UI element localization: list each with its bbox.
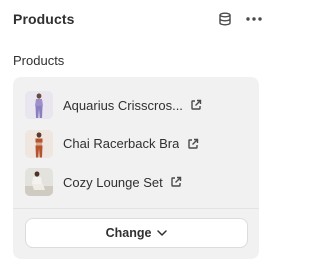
external-link-icon[interactable] [186, 137, 199, 150]
products-card: Aquarius Crisscros... Chai Racerback Bra [13, 77, 259, 259]
database-icon[interactable] [215, 9, 235, 29]
header-actions [215, 9, 264, 29]
product-row[interactable]: Aquarius Crisscros... [13, 86, 259, 125]
product-name: Cozy Lounge Set [63, 174, 163, 190]
panel-header: Products [13, 8, 264, 30]
product-row[interactable]: Chai Racerback Bra [13, 125, 259, 164]
product-name: Chai Racerback Bra [63, 136, 180, 152]
product-row[interactable]: Cozy Lounge Set [13, 163, 259, 202]
product-name: Aquarius Crisscros... [63, 97, 183, 113]
external-link-icon[interactable] [190, 99, 203, 112]
change-button-label: Change [105, 226, 152, 240]
chevron-down-icon [157, 230, 168, 236]
external-link-icon[interactable] [170, 176, 183, 189]
product-thumbnail [25, 129, 53, 158]
divider [13, 208, 259, 209]
panel-title: Products [13, 11, 75, 27]
change-button[interactable]: Change [26, 219, 247, 247]
product-list: Aquarius Crisscros... Chai Racerback Bra [13, 77, 259, 202]
section-label: Products [13, 53, 65, 68]
product-thumbnail [25, 168, 53, 197]
more-options-icon[interactable] [244, 9, 264, 29]
product-thumbnail [25, 91, 53, 120]
